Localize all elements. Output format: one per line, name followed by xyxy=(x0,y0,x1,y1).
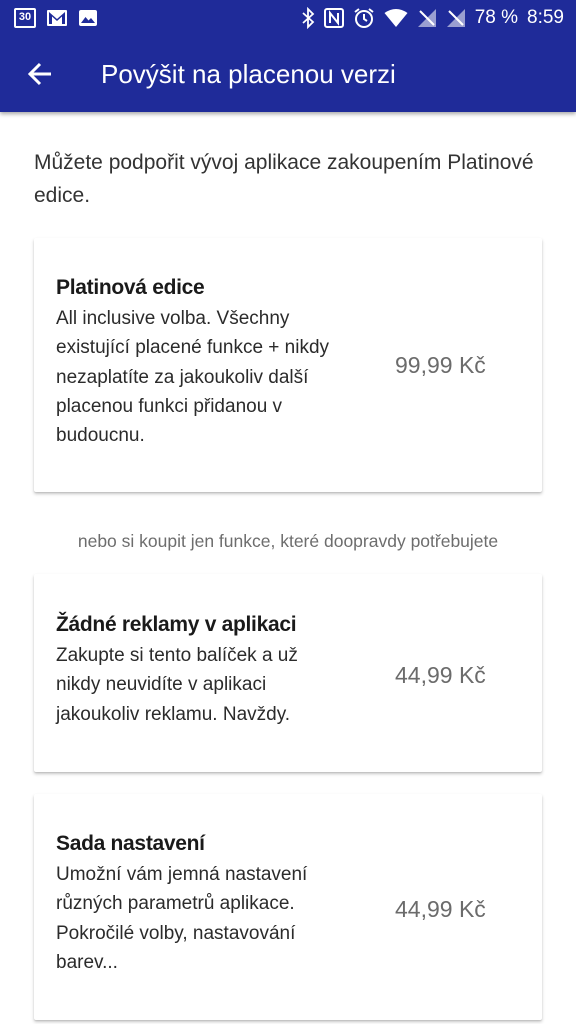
product-card-no-ads[interactable]: Žádné reklamy v aplikaci Zakupte si tent… xyxy=(34,574,542,772)
page-title: Povýšit na placenou verzi xyxy=(101,59,396,89)
separator-text: nebo si koupit jen funkce, které dooprav… xyxy=(77,531,499,551)
gmail-icon xyxy=(47,10,67,26)
arrow-back-icon xyxy=(27,62,51,86)
product-price: 44,99 Kč xyxy=(395,662,486,688)
battery-percentage: 78 % xyxy=(474,7,519,28)
signal-icon xyxy=(417,9,436,27)
product-description: Umožní vám jemná nastavení různých param… xyxy=(56,864,308,973)
bluetooth-icon xyxy=(302,7,315,29)
image-icon xyxy=(79,10,97,26)
calendar-icon: 30 xyxy=(14,8,36,28)
alarm-icon xyxy=(354,8,374,28)
status-bar: 30 78 % 8:59 xyxy=(0,0,576,36)
wifi-icon xyxy=(384,9,408,27)
nfc-icon xyxy=(323,8,344,28)
intro-text: Můžete podpořit vývoj aplikace zakoupení… xyxy=(34,151,534,207)
product-description: Zakupte si tento balíček a už nikdy neuv… xyxy=(56,645,298,725)
product-card-platinum[interactable]: Platinová edice All inclusive volba. Vše… xyxy=(34,238,542,492)
toolbar: Povýšit na placenou verzi xyxy=(0,36,576,112)
app-header: 30 78 % 8:59 Povýšit na placenou verzi xyxy=(0,0,576,112)
product-title: Sada nastavení xyxy=(56,832,205,855)
product-price: 99,99 Kč xyxy=(395,352,486,378)
signal-icon xyxy=(446,9,465,27)
product-title: Žádné reklamy v aplikaci xyxy=(56,613,297,636)
product-price: 44,99 Kč xyxy=(395,896,486,922)
product-card-settings[interactable]: Sada nastavení Umožní vám jemná nastaven… xyxy=(34,794,542,1020)
product-title: Platinová edice xyxy=(56,276,205,299)
product-description: All inclusive volba. Všechny existující … xyxy=(56,308,330,447)
clock: 8:59 xyxy=(527,7,564,28)
back-button[interactable] xyxy=(20,54,60,94)
